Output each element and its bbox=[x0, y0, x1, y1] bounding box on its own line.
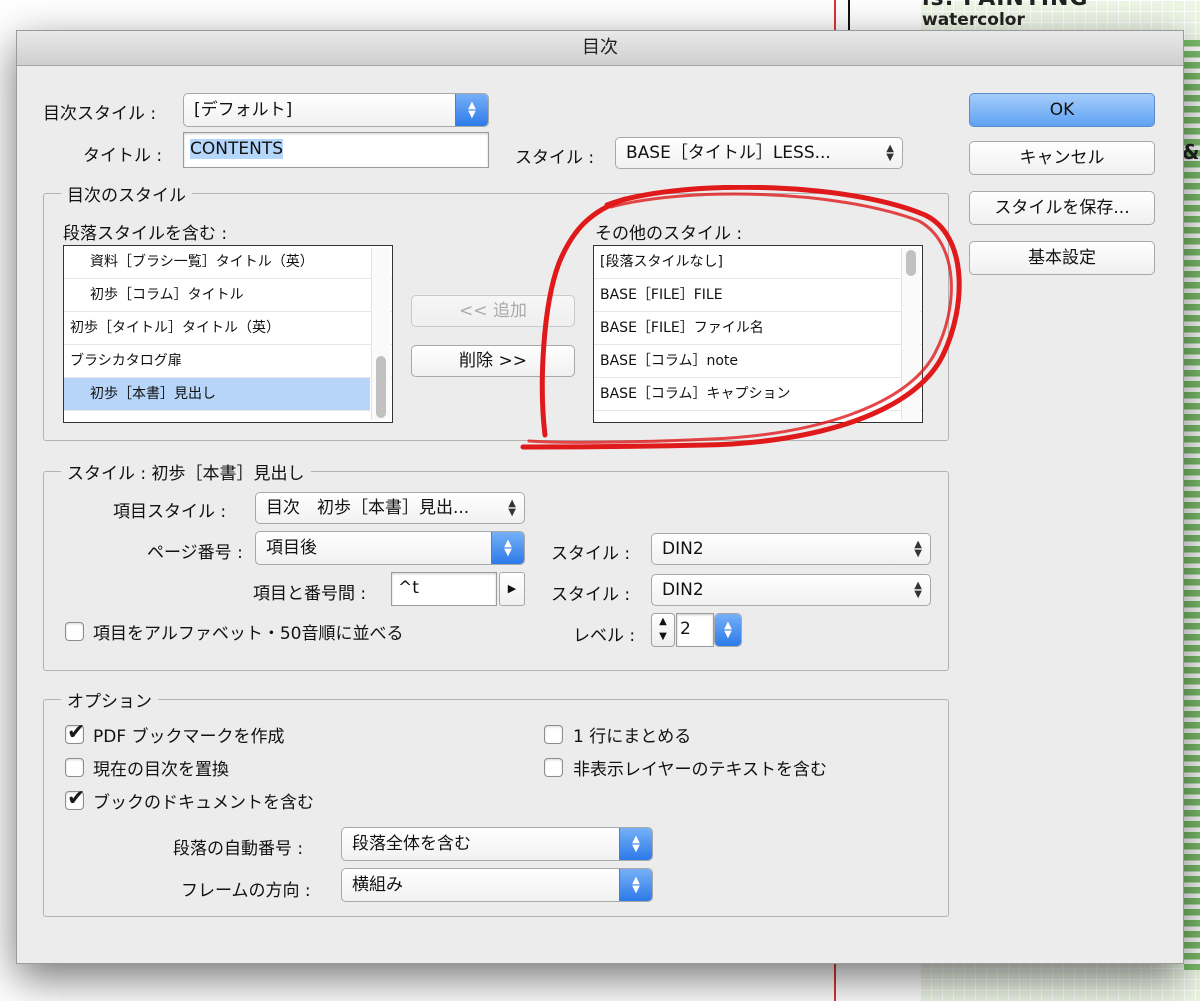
between-style-label: スタイル : bbox=[551, 585, 631, 605]
list-item[interactable]: ブラシカタログ扉 bbox=[64, 345, 392, 378]
popup-arrows-icon: ▲ ▼ bbox=[914, 539, 922, 559]
background-grid-strip bbox=[1184, 40, 1200, 970]
checkmark-icon: ✔ bbox=[67, 786, 86, 811]
sort-alphabetical-label: 項目をアルファベット・50音順に並べる bbox=[93, 624, 404, 644]
list-item-selected[interactable]: 初歩［本書］見出し bbox=[64, 378, 370, 411]
triangle-right-icon: ▶ bbox=[507, 582, 517, 595]
entry-style-popup[interactable]: 目次 初歩［本書］見出... ▲ ▼ bbox=[255, 492, 525, 524]
sort-alphabetical-checkbox[interactable] bbox=[65, 622, 84, 641]
ok-button[interactable]: OK bbox=[969, 93, 1155, 127]
entry-style-value: 目次 初歩［本書］見出... bbox=[266, 498, 470, 518]
background-subtext: watercolor bbox=[922, 10, 1025, 30]
pdf-bookmark-label: PDF ブックマークを作成 bbox=[93, 727, 285, 747]
level-value: 2 bbox=[680, 619, 691, 639]
dialog-title: 目次 bbox=[17, 31, 1183, 66]
include-book-checkbox[interactable]: ✔ bbox=[65, 786, 85, 811]
title-style-value: BASE［タイトル］LESS... bbox=[626, 143, 831, 163]
numbered-paragraphs-value: 段落全体を含む bbox=[352, 834, 471, 854]
included-styles-label: 段落スタイルを含む : bbox=[63, 224, 228, 244]
popup-arrows-icon: ▲ ▼ bbox=[508, 498, 516, 518]
list-item[interactable]: 資料［ブラシ一覧］タイトル（英） bbox=[64, 246, 392, 279]
popup-arrows-icon: ▲ ▼ bbox=[886, 143, 894, 163]
include-book-label: ブックのドキュメントを含む bbox=[93, 793, 314, 813]
background-side-text: &A bbox=[1182, 140, 1200, 164]
annotation-stroke bbox=[520, 185, 962, 450]
page-style-label: スタイル : bbox=[551, 544, 631, 564]
run-in-checkbox[interactable] bbox=[544, 725, 563, 744]
toc-dialog: 目次 目次スタイル : [デフォルト] ▲ ▼ タイトル : CONTENTS ス… bbox=[16, 30, 1184, 964]
stepper-arrows-icon: ▲ ▼ bbox=[659, 616, 667, 642]
frame-direction-value: 横組み bbox=[352, 875, 403, 895]
included-styles-list[interactable]: 資料［ブラシ一覧］タイトル（英） 初歩［コラム］タイトル 初歩［タイトル］タイト… bbox=[63, 245, 393, 423]
hidden-layers-label: 非表示レイヤーのテキストを含む bbox=[573, 760, 827, 780]
scrollbar-thumb[interactable] bbox=[376, 356, 386, 418]
style-settings-group-title: スタイル : 初歩［本書］見出し bbox=[61, 459, 311, 484]
toc-style-value: [デフォルト] bbox=[194, 100, 293, 120]
page-style-popup[interactable]: DIN2 ▲ ▼ bbox=[651, 533, 931, 565]
page-number-value: 項目後 bbox=[266, 538, 317, 558]
title-input-value: CONTENTS bbox=[190, 139, 283, 159]
level-input[interactable]: 2 bbox=[676, 613, 714, 647]
basic-settings-button[interactable]: 基本設定 bbox=[969, 241, 1155, 275]
replace-toc-label: 現在の目次を置換 bbox=[93, 760, 229, 780]
between-style-value: DIN2 bbox=[662, 580, 704, 600]
list-item[interactable]: 初歩［タイトル］タイトル（英） bbox=[64, 312, 392, 345]
between-style-popup[interactable]: DIN2 ▲ ▼ bbox=[651, 574, 931, 606]
pdf-bookmark-checkbox[interactable]: ✔ bbox=[65, 720, 85, 745]
title-style-popup[interactable]: BASE［タイトル］LESS... ▲ ▼ bbox=[615, 137, 903, 169]
popup-arrows-icon: ▲ ▼ bbox=[619, 869, 652, 901]
page-style-value: DIN2 bbox=[662, 539, 704, 559]
numbered-paragraphs-label: 段落の自動番号 : bbox=[173, 839, 304, 859]
frame-direction-label: フレームの方向 : bbox=[181, 881, 311, 901]
frame-edge bbox=[848, 0, 850, 30]
stepper-arrows-icon: ▲ ▼ bbox=[715, 614, 741, 646]
between-input-value: ^t bbox=[398, 578, 419, 598]
list-item[interactable]: 初歩［コラム］タイトル bbox=[64, 279, 392, 312]
toc-style-label: 目次スタイル : bbox=[43, 104, 157, 124]
replace-toc-checkbox[interactable] bbox=[65, 758, 84, 777]
toc-style-popup[interactable]: [デフォルト] ▲ ▼ bbox=[183, 93, 489, 127]
popup-arrows-icon: ▲ ▼ bbox=[619, 828, 652, 860]
title-input[interactable]: CONTENTS bbox=[183, 132, 489, 168]
popup-arrows-icon: ▲ ▼ bbox=[491, 532, 524, 564]
level-label: レベル : bbox=[573, 626, 636, 646]
save-style-button[interactable]: スタイルを保存... bbox=[969, 191, 1155, 225]
checkmark-icon: ✔ bbox=[67, 720, 86, 745]
options-group-title: オプション bbox=[61, 687, 158, 712]
level-stepper-right[interactable]: ▲ ▼ bbox=[714, 613, 742, 647]
title-label: タイトル : bbox=[83, 146, 163, 166]
popup-arrows-icon: ▲ ▼ bbox=[914, 580, 922, 600]
frame-direction-popup[interactable]: 横組み ▲ ▼ bbox=[341, 868, 653, 902]
red-annotation-circle bbox=[520, 185, 962, 450]
special-char-menu-button[interactable]: ▶ bbox=[499, 572, 525, 606]
numbered-paragraphs-popup[interactable]: 段落全体を含む ▲ ▼ bbox=[341, 827, 653, 861]
between-input[interactable]: ^t bbox=[391, 572, 497, 606]
page-number-label: ページ番号 : bbox=[147, 543, 243, 563]
toc-styles-group-title: 目次のスタイル bbox=[61, 181, 192, 206]
hidden-layers-checkbox[interactable] bbox=[544, 758, 563, 777]
between-label: 項目と番号間 : bbox=[253, 584, 367, 604]
scrollbar[interactable] bbox=[371, 248, 390, 420]
level-stepper-left[interactable]: ▲ ▼ bbox=[651, 613, 675, 647]
entry-style-label: 項目スタイル : bbox=[113, 502, 227, 522]
title-style-label: スタイル : bbox=[515, 148, 595, 168]
run-in-label: 1 行にまとめる bbox=[573, 727, 692, 747]
cancel-button[interactable]: キャンセル bbox=[969, 141, 1155, 175]
popup-arrows-icon: ▲ ▼ bbox=[455, 94, 488, 126]
page-number-popup[interactable]: 項目後 ▲ ▼ bbox=[255, 531, 525, 565]
